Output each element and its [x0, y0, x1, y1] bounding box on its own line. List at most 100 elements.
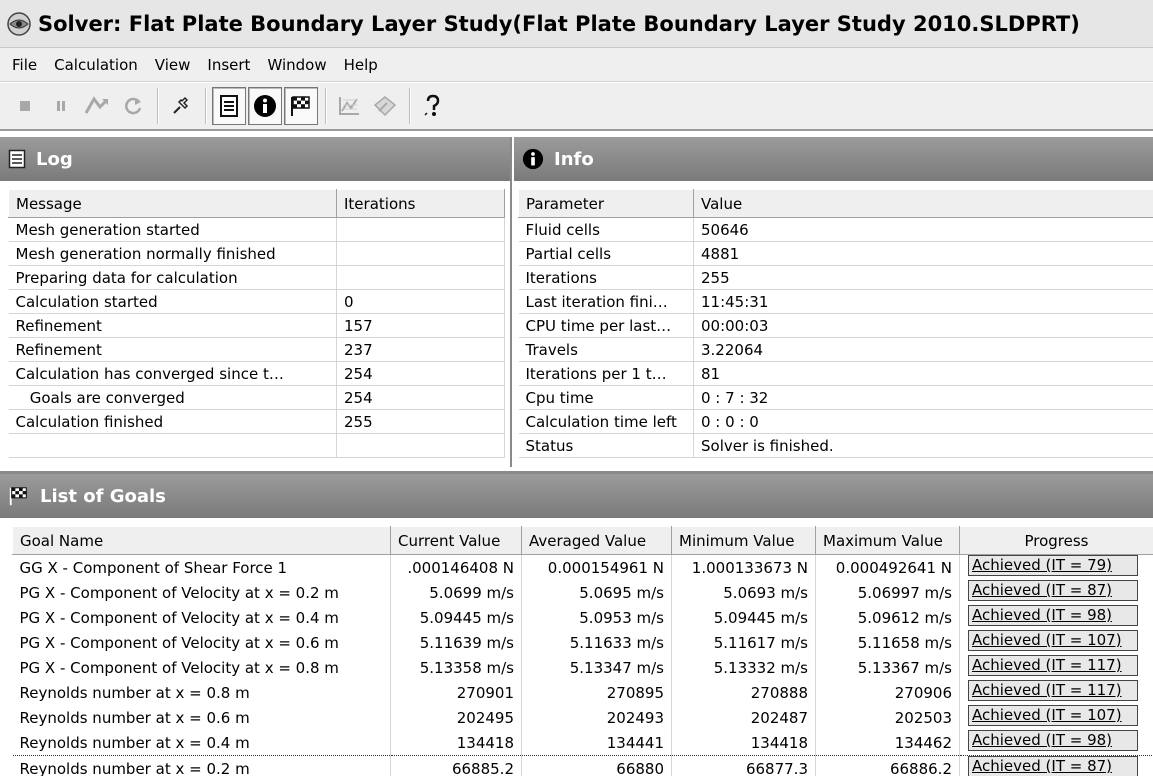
stop-button[interactable] [8, 87, 42, 125]
goal-row[interactable]: GG X - Component of Shear Force 1 .00014… [12, 554, 1153, 580]
refresh-button[interactable] [116, 87, 150, 125]
goal-minimum-value: 5.09445 m/s [671, 605, 816, 630]
goals-view-button[interactable] [284, 87, 318, 125]
preview-button[interactable] [368, 87, 402, 125]
goal-row-selected[interactable]: Reynolds number at x = 0.2 m 66885.2 668… [12, 755, 1153, 776]
pause-icon [57, 101, 65, 111]
info-row[interactable]: Status Solver is finished. [518, 433, 1153, 458]
log-message [8, 433, 337, 458]
log-iterations: 255 [336, 409, 505, 434]
info-row[interactable]: Calculation time left 0 : 0 : 0 [518, 409, 1153, 434]
info-row[interactable]: Last iteration fini… 11:45:31 [518, 289, 1153, 314]
log-message: Refinement [8, 313, 337, 338]
pin-button[interactable] [164, 87, 198, 125]
plot-view-button[interactable] [332, 87, 366, 125]
goals-header-row: Goal Name Current Value Averaged Value M… [12, 526, 1153, 555]
goal-progress-bar: Achieved (IT = 79) [968, 555, 1138, 576]
goal-progress-bar: Achieved (IT = 117) [968, 680, 1138, 701]
info-row[interactable]: Fluid cells 50646 [518, 217, 1153, 242]
goal-current-value: 202495 [390, 705, 522, 730]
info-value: 255 [693, 265, 1153, 290]
log-row[interactable]: Refinement 237 [8, 337, 505, 362]
goal-row[interactable]: Reynolds number at x = 0.8 m 270901 2708… [12, 680, 1153, 705]
log-message: Calculation has converged since t… [8, 361, 337, 386]
menu-window[interactable]: Window [259, 56, 335, 74]
goals-panel: List of Goals Goal Name Current Value Av… [0, 471, 1153, 776]
log-row[interactable]: Mesh generation normally finished [8, 241, 505, 266]
goal-maximum-value: 66886.2 [815, 755, 960, 776]
goals-panel-title: List of Goals [40, 485, 166, 507]
menu-insert[interactable]: Insert [199, 56, 259, 74]
info-row[interactable]: Iterations per 1 t… 81 [518, 361, 1153, 386]
column-header-value[interactable]: Value [693, 189, 1153, 218]
goal-maximum-value: 134462 [815, 730, 960, 756]
goal-row[interactable]: Reynolds number at x = 0.6 m 202495 2024… [12, 705, 1153, 730]
goal-current-value: .000146408 N [390, 554, 522, 580]
info-parameter: CPU time per last… [518, 313, 694, 338]
log-iterations [336, 265, 505, 290]
log-view-button[interactable] [212, 87, 246, 125]
goal-maximum-value: 202503 [815, 705, 960, 730]
log-row[interactable]: Refinement 157 [8, 313, 505, 338]
goal-minimum-value: 270888 [671, 680, 816, 705]
log-row[interactable]: Goals are converged 254 [8, 385, 505, 410]
goal-name: PG X - Component of Velocity at x = 0.8 … [12, 655, 391, 680]
column-header-goal-name[interactable]: Goal Name [12, 526, 391, 555]
info-row[interactable]: CPU time per last… 00:00:03 [518, 313, 1153, 338]
step-button[interactable] [80, 87, 114, 125]
menu-calculation[interactable]: Calculation [46, 56, 147, 74]
log-panel: Log Message Iterations Mesh generation s… [0, 137, 512, 467]
goal-averaged-value: 5.0953 m/s [521, 605, 672, 630]
log-row[interactable]: Mesh generation started [8, 217, 505, 242]
goal-row[interactable]: PG X - Component of Velocity at x = 0.4 … [12, 605, 1153, 630]
log-row[interactable]: Calculation has converged since t… 254 [8, 361, 505, 386]
log-row[interactable] [8, 433, 505, 458]
log-iterations: 254 [336, 385, 505, 410]
stop-icon [20, 101, 30, 111]
toolbar-separator [409, 88, 411, 124]
toolbar-separator [325, 88, 327, 124]
info-row[interactable]: Partial cells 4881 [518, 241, 1153, 266]
info-row[interactable]: Travels 3.22064 [518, 337, 1153, 362]
goal-name: PG X - Component of Velocity at x = 0.4 … [12, 605, 391, 630]
log-row[interactable]: Preparing data for calculation [8, 265, 505, 290]
column-header-current-value[interactable]: Current Value [390, 526, 522, 555]
goal-name: Reynolds number at x = 0.6 m [12, 705, 391, 730]
goal-row[interactable]: PG X - Component of Velocity at x = 0.8 … [12, 655, 1153, 680]
log-iterations [336, 217, 505, 242]
info-view-button[interactable] [248, 87, 282, 125]
column-header-message[interactable]: Message [8, 189, 337, 218]
goal-row[interactable]: Reynolds number at x = 0.4 m 134418 1344… [12, 730, 1153, 756]
column-header-iterations[interactable]: Iterations [336, 189, 505, 218]
goal-row[interactable]: PG X - Component of Velocity at x = 0.6 … [12, 630, 1153, 655]
column-header-maximum-value[interactable]: Maximum Value [815, 526, 960, 555]
goal-current-value: 270901 [390, 680, 522, 705]
step-icon [84, 96, 108, 114]
column-header-averaged-value[interactable]: Averaged Value [521, 526, 672, 555]
menu-view[interactable]: View [147, 56, 200, 74]
info-parameter: Fluid cells [518, 217, 694, 242]
column-header-progress[interactable]: Progress [959, 526, 1153, 555]
column-header-parameter[interactable]: Parameter [518, 189, 694, 218]
help-button[interactable] [416, 87, 450, 125]
menu-help[interactable]: Help [336, 56, 387, 74]
log-row[interactable]: Calculation finished 255 [8, 409, 505, 434]
log-row[interactable]: Calculation started 0 [8, 289, 505, 314]
pin-icon [173, 96, 189, 114]
log-header-row: Message Iterations [8, 189, 505, 218]
info-row[interactable]: Cpu time 0 : 7 : 32 [518, 385, 1153, 410]
pause-button[interactable] [44, 87, 78, 125]
goal-averaged-value: 0.000154961 N [521, 554, 672, 580]
info-parameter: Cpu time [518, 385, 694, 410]
goal-row[interactable]: PG X - Component of Velocity at x = 0.2 … [12, 580, 1153, 605]
toolbar-separator [157, 88, 159, 124]
menu-file[interactable]: File [4, 56, 46, 74]
info-value: 00:00:03 [693, 313, 1153, 338]
info-row[interactable]: Iterations 255 [518, 265, 1153, 290]
goal-progress-bar: Achieved (IT = 117) [968, 655, 1138, 676]
info-panel-header: Info [514, 137, 1153, 181]
goal-progress-bar: Achieved (IT = 87) [968, 756, 1138, 776]
column-header-minimum-value[interactable]: Minimum Value [671, 526, 816, 555]
goal-maximum-value: 5.13367 m/s [815, 655, 960, 680]
menu-bar: File Calculation View Insert Window Help [0, 48, 1153, 82]
